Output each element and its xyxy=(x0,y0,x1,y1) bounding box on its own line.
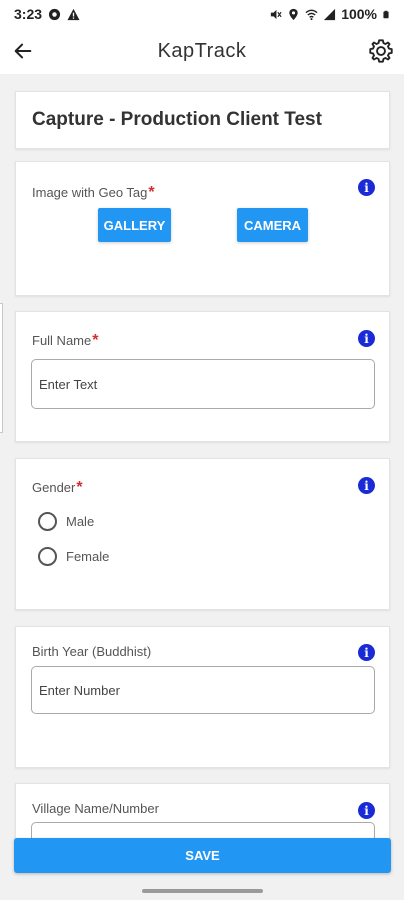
full-name-label: Full Name* xyxy=(32,332,99,349)
gender-card: Gender* i Male Female xyxy=(15,458,390,610)
status-bar: 3:23 100% xyxy=(0,0,404,28)
gesture-nav-handle[interactable] xyxy=(142,889,263,893)
signal-icon xyxy=(324,8,336,20)
info-icon[interactable]: i xyxy=(358,477,375,494)
location-icon xyxy=(289,8,298,20)
full-name-input-text: Enter Text xyxy=(39,376,98,392)
required-mark: * xyxy=(148,184,155,201)
image-field-card: Image with Geo Tag* i GALLERY CAMERA xyxy=(15,161,390,296)
birth-year-input[interactable]: Enter Number xyxy=(31,666,375,714)
battery-percent: 100% xyxy=(341,6,377,22)
wifi-icon xyxy=(305,9,318,20)
battery-icon xyxy=(383,10,389,18)
settings-status-icon xyxy=(48,8,61,20)
village-label: Village Name/Number xyxy=(32,801,159,816)
info-icon[interactable]: i xyxy=(358,330,375,347)
save-button[interactable]: SAVE xyxy=(14,838,391,873)
left-edge-tab xyxy=(0,303,3,433)
form-title-card: Capture - Production Client Test xyxy=(15,91,390,149)
info-icon[interactable]: i xyxy=(358,802,375,819)
birth-year-card: Birth Year (Buddhist) i Enter Number xyxy=(15,626,390,768)
radio-button-male[interactable] xyxy=(38,512,57,531)
gender-label: Gender* xyxy=(32,479,83,496)
arrow-left-icon xyxy=(14,43,32,59)
warning-icon xyxy=(67,8,80,20)
gender-option-female-label: Female xyxy=(66,549,110,564)
gender-option-female[interactable]: Female xyxy=(38,547,109,566)
gallery-button[interactable]: GALLERY xyxy=(98,208,171,242)
mute-icon xyxy=(271,9,282,19)
birth-year-input-text: Enter Number xyxy=(39,682,120,698)
gear-icon xyxy=(369,39,393,63)
back-button[interactable] xyxy=(0,28,46,74)
form-title: Capture - Production Client Test xyxy=(32,109,322,130)
required-mark: * xyxy=(76,479,83,496)
full-name-input[interactable]: Enter Text xyxy=(31,359,375,409)
village-card: Village Name/Number i xyxy=(15,783,390,843)
app-title: KapTrack xyxy=(157,39,247,62)
birth-year-label: Birth Year (Buddhist) xyxy=(32,644,152,659)
status-time: 3:23 xyxy=(14,6,43,22)
full-name-card: Full Name* i Enter Text xyxy=(15,311,390,442)
gender-option-male-label: Male xyxy=(66,514,95,529)
settings-button[interactable] xyxy=(358,28,404,74)
camera-button[interactable]: CAMERA xyxy=(237,208,308,242)
image-field-label: Image with Geo Tag* xyxy=(32,184,155,201)
radio-button-female[interactable] xyxy=(38,547,57,566)
gender-option-male[interactable]: Male xyxy=(38,512,94,531)
app-bar: KapTrack xyxy=(0,28,404,74)
info-icon[interactable]: i xyxy=(358,644,375,661)
info-icon[interactable]: i xyxy=(358,179,375,196)
required-mark: * xyxy=(92,332,99,349)
